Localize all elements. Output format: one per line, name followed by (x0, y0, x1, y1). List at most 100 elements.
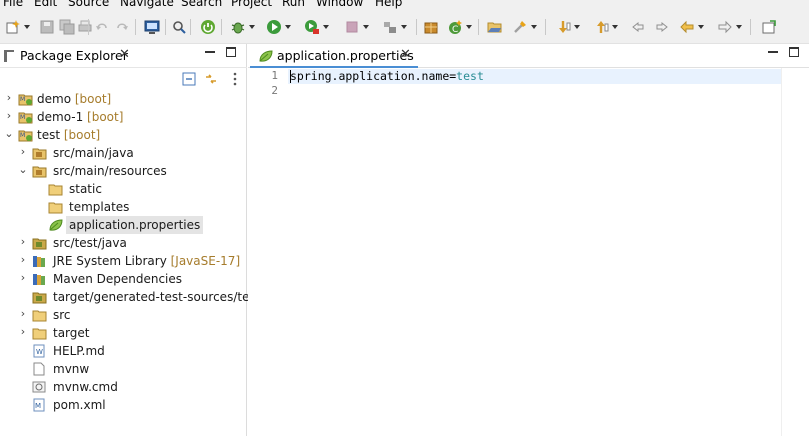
print-icon[interactable] (76, 18, 94, 36)
menu-run[interactable]: Run (282, 0, 305, 9)
forward-icon[interactable] (716, 18, 742, 36)
tree-item-src-main-java[interactable]: › src/main/java (0, 144, 247, 162)
tree-item-templates[interactable]: templates (0, 198, 247, 216)
svg-text:M: M (20, 132, 25, 139)
maven-boot-project-icon: M (18, 110, 33, 124)
minimize-icon[interactable] (768, 51, 778, 53)
chevron-right-icon[interactable]: › (18, 308, 28, 320)
menu-help[interactable]: Help (375, 0, 402, 9)
chevron-down-icon[interactable]: ⌄ (4, 128, 14, 140)
tree-item-demo[interactable]: › M demo [boot] (0, 90, 247, 108)
tree-item-label: test (37, 128, 61, 142)
run-icon[interactable] (265, 18, 291, 36)
collapse-all-icon[interactable] (182, 72, 196, 86)
menu-edit[interactable]: Edit (34, 0, 57, 9)
jre-version-decoration: [JavaSE-17] (166, 254, 241, 268)
tree-item-label: src (53, 308, 71, 322)
cmd-file-icon (32, 380, 47, 394)
menu-search[interactable]: Search (181, 0, 222, 9)
chevron-right-icon[interactable]: › (4, 110, 14, 122)
chevron-down-icon[interactable]: ⌄ (18, 164, 28, 176)
tree-item-src-test-java[interactable]: › src/test/java (0, 234, 247, 252)
save-all-icon[interactable] (58, 18, 76, 36)
spring-boot-dashboard-icon[interactable] (199, 18, 217, 36)
run-last-icon[interactable] (511, 18, 537, 36)
tree-item-label: HELP.md (53, 344, 105, 358)
editor-tab-application-properties[interactable]: application.properties ✕ (250, 44, 418, 68)
file-icon (32, 362, 47, 376)
save-icon[interactable] (38, 18, 56, 36)
menu-file[interactable]: File (3, 0, 23, 9)
chevron-right-icon[interactable]: › (18, 236, 28, 248)
menu-navigate[interactable]: Navigate (120, 0, 174, 9)
close-icon[interactable]: ✕ (119, 47, 130, 62)
tree-item-static[interactable]: static (0, 180, 247, 198)
terminal-icon[interactable] (143, 18, 161, 36)
chevron-right-icon[interactable]: › (18, 254, 28, 266)
view-menu-icon[interactable] (228, 72, 242, 86)
search-icon[interactable] (170, 18, 188, 36)
tree-item-label: mvnw.cmd (53, 380, 118, 394)
tree-item-label: templates (69, 200, 130, 214)
package-explorer-view: Package Explorer ✕ › M demo [boot] › M d… (0, 44, 272, 436)
stop-icon[interactable] (343, 18, 369, 36)
package-explorer-tab[interactable]: Package Explorer ✕ (0, 44, 247, 68)
code-editor[interactable]: spring.application.name=test (288, 68, 782, 436)
maven-boot-project-icon: M (18, 92, 33, 106)
run-external-icon[interactable] (303, 18, 329, 36)
menu-window[interactable]: Window (316, 0, 363, 9)
previous-annotation-icon[interactable] (592, 18, 618, 36)
menu-source[interactable]: Source (68, 0, 109, 9)
tree-item-mvnw[interactable]: mvnw (0, 360, 247, 378)
boot-decoration: [boot] (83, 110, 124, 124)
tree-item-src[interactable]: › src (0, 306, 247, 324)
editor-area: application.properties ✕ 1 2 spring.appl… (248, 44, 809, 436)
tree-item-demo-1[interactable]: › M demo-1 [boot] (0, 108, 247, 126)
next-annotation-icon[interactable] (554, 18, 580, 36)
back-icon[interactable] (678, 18, 704, 36)
editor-tab-label: application.properties (277, 48, 414, 63)
close-icon[interactable]: ✕ (400, 47, 411, 62)
package-explorer-toolbar (0, 68, 247, 90)
tree-item-target-generated-test-sources[interactable]: target/generated-test-sources/test-a (0, 288, 272, 306)
redo-icon[interactable] (113, 18, 131, 36)
boot-decoration: [boot] (60, 128, 101, 142)
tree-item-jre-system-library[interactable]: › JRE System Library [JavaSE-17] (0, 252, 247, 270)
folder-icon (48, 182, 63, 196)
tree-item-pom-xml[interactable]: M pom.xml (0, 396, 247, 414)
tree-item-help-md[interactable]: W HELP.md (0, 342, 247, 360)
last-edit-icon[interactable] (630, 18, 648, 36)
chevron-right-icon[interactable]: › (4, 92, 14, 104)
undo-icon[interactable] (93, 18, 111, 36)
new-wizard-icon[interactable] (4, 18, 30, 36)
source-folder-icon (32, 290, 47, 304)
folder-icon (32, 308, 47, 322)
properties-file-icon (48, 218, 63, 232)
pin-icon[interactable] (760, 18, 778, 36)
chevron-right-icon[interactable]: › (18, 146, 28, 158)
new-java-class-icon[interactable]: C (446, 18, 472, 36)
open-type-icon[interactable] (422, 18, 440, 36)
link-with-editor-icon[interactable] (204, 72, 218, 86)
tree-item-label: target/generated-test-sources/test-a (53, 290, 273, 304)
menu-project[interactable]: Project (231, 0, 272, 9)
vertical-scrollbar[interactable] (781, 68, 809, 436)
tree-item-src-main-resources[interactable]: ⌄ src/main/resources (0, 162, 247, 180)
menu-bar: File Edit Source Navigate Search Project… (0, 0, 809, 10)
chevron-right-icon[interactable]: › (18, 272, 28, 284)
tree-item-application-properties[interactable]: application.properties (0, 216, 247, 234)
chevron-right-icon[interactable]: › (18, 326, 28, 338)
maven-pom-icon: M (32, 398, 47, 412)
line-number: 1 (271, 69, 278, 82)
build-icon[interactable] (381, 18, 407, 36)
tree-item-mvnw-cmd[interactable]: mvnw.cmd (0, 378, 247, 396)
tree-item-maven-dependencies[interactable]: › Maven Dependencies (0, 270, 247, 288)
maximize-icon[interactable] (226, 47, 236, 57)
tree-item-target[interactable]: › target (0, 324, 247, 342)
open-folder-icon[interactable] (486, 18, 504, 36)
maximize-icon[interactable] (789, 47, 799, 57)
tree-item-test[interactable]: ⌄ M test [boot] (0, 126, 247, 144)
debug-icon[interactable] (229, 18, 255, 36)
minimize-icon[interactable] (205, 51, 215, 53)
last-edit-forward-icon[interactable] (652, 18, 670, 36)
